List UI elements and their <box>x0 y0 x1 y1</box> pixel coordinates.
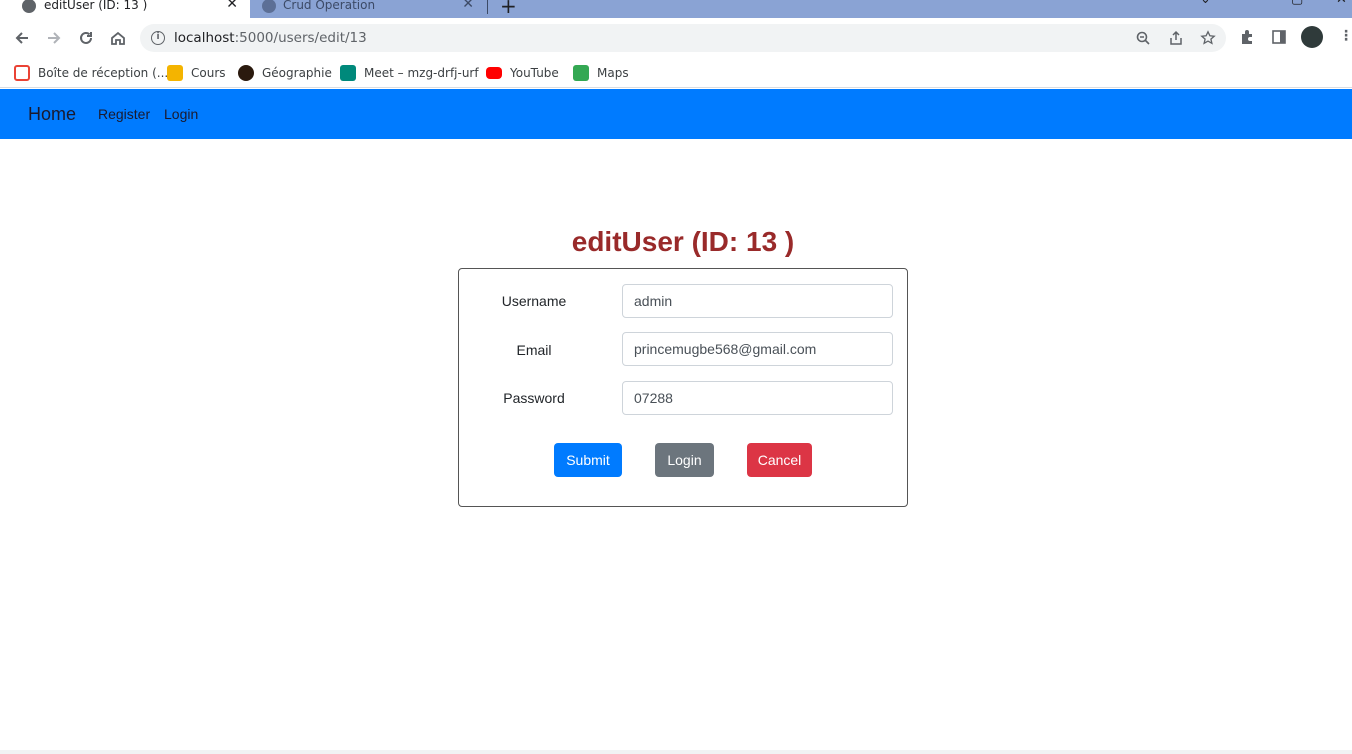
reload-icon[interactable] <box>74 26 98 50</box>
tab-edituser[interactable]: editUser (ID: 13 ) ✕ <box>0 0 250 18</box>
nav-register-link[interactable]: Register <box>98 106 150 122</box>
login-button[interactable]: Login <box>655 443 714 477</box>
email-input[interactable] <box>622 332 893 366</box>
close-tab-icon[interactable]: ✕ <box>462 0 474 12</box>
address-bar[interactable]: i localhost:5000/users/edit/13 <box>140 24 1226 52</box>
home-icon[interactable] <box>106 26 130 50</box>
close-tab-icon[interactable]: ✕ <box>226 0 238 12</box>
forward-icon[interactable] <box>42 26 66 50</box>
bookmark-gmail[interactable]: Boîte de réception (... <box>14 62 168 84</box>
chevron-down-icon[interactable]: ⌄ <box>1200 0 1211 7</box>
back-icon[interactable] <box>10 26 34 50</box>
email-label: Email <box>516 342 552 358</box>
tab-strip: editUser (ID: 13 ) ✕ Crud Operation ✕ + … <box>0 0 1352 18</box>
minimize-icon[interactable]: – <box>1245 0 1252 7</box>
bookmarks-bar: Boîte de réception (... Cours Géographie… <box>0 58 1352 88</box>
browser-toolbar: i localhost:5000/users/edit/13 ⋮ <box>0 18 1352 58</box>
bookmark-geographie[interactable]: Géographie <box>238 62 332 84</box>
url-text[interactable]: localhost:5000/users/edit/13 <box>174 30 367 46</box>
site-info-icon[interactable]: i <box>151 31 165 45</box>
bookmark-meet[interactable]: Meet – mzg-drfj-urf <box>340 62 479 84</box>
page-title: editUser (ID: 13 ) <box>571 226 795 257</box>
maps-icon <box>573 65 589 81</box>
extensions-icon[interactable] <box>1238 28 1256 46</box>
nav-login-link[interactable]: Login <box>164 106 198 122</box>
bookmark-cours[interactable]: Cours <box>167 62 226 84</box>
password-input[interactable] <box>622 381 893 415</box>
new-tab-button[interactable]: + <box>500 0 517 18</box>
zoom-icon[interactable] <box>1135 30 1151 46</box>
username-input[interactable] <box>622 284 893 318</box>
site-navbar: Home Register Login <box>0 89 1352 139</box>
bookmark-youtube[interactable]: YouTube <box>486 62 559 84</box>
close-window-icon[interactable]: ✕ <box>1336 0 1347 7</box>
avatar-icon <box>238 65 254 81</box>
cancel-button[interactable]: Cancel <box>747 443 812 477</box>
youtube-icon <box>486 67 502 79</box>
edit-user-form: Username Email Password Submit Login Can… <box>458 268 908 507</box>
tab-separator <box>487 0 488 14</box>
gmail-icon <box>14 65 30 81</box>
globe-icon <box>262 0 276 13</box>
profile-avatar[interactable] <box>1301 26 1323 48</box>
globe-icon <box>22 0 36 13</box>
tab-title: editUser (ID: 13 ) <box>44 0 148 12</box>
star-icon[interactable] <box>1200 30 1216 46</box>
bottom-edge <box>0 750 1352 754</box>
tab-title: Crud Operation <box>283 0 376 12</box>
maximize-icon[interactable]: ▢ <box>1291 0 1303 7</box>
meet-icon <box>340 65 356 81</box>
submit-button[interactable]: Submit <box>554 443 622 477</box>
password-label: Password <box>503 390 565 406</box>
menu-kebab-icon[interactable]: ⋮ <box>1339 28 1352 44</box>
side-panel-icon[interactable] <box>1270 28 1288 46</box>
username-label: Username <box>501 293 567 309</box>
nav-home-link[interactable]: Home <box>28 104 76 125</box>
bookmark-maps[interactable]: Maps <box>573 62 629 84</box>
classroom-icon <box>167 65 183 81</box>
share-icon[interactable] <box>1168 30 1184 46</box>
tab-crud-operation[interactable]: Crud Operation ✕ <box>252 0 486 18</box>
